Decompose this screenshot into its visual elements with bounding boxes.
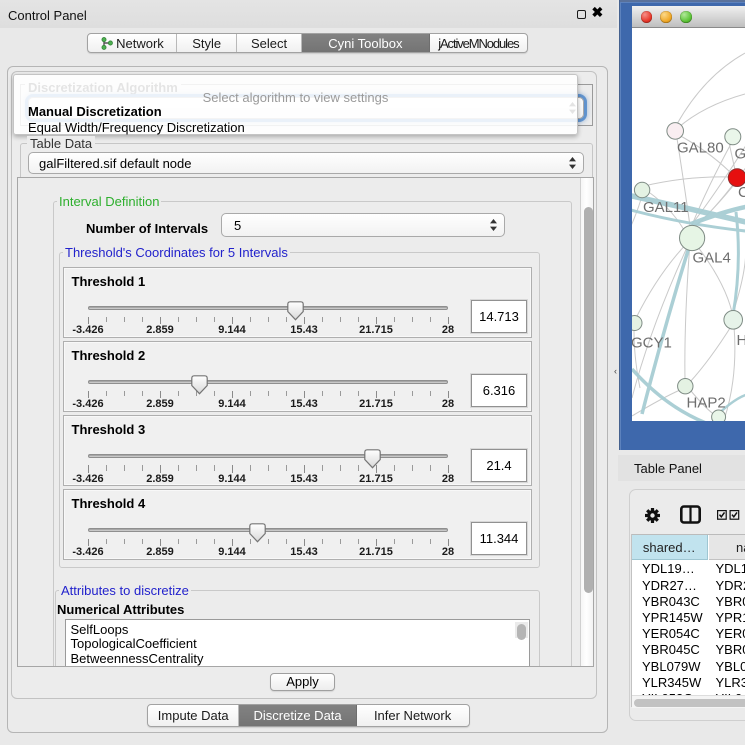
- svg-text:GA: GA: [734, 146, 745, 163]
- svg-text:GAL80: GAL80: [677, 140, 724, 157]
- svg-text:HAP2: HAP2: [686, 395, 725, 412]
- svg-text:GAL4: GAL4: [692, 250, 730, 267]
- svg-text:H: H: [736, 332, 745, 349]
- svg-text:C: C: [738, 184, 745, 201]
- svg-text:GAL11: GAL11: [643, 199, 689, 216]
- svg-text:GCY1: GCY1: [632, 335, 672, 352]
